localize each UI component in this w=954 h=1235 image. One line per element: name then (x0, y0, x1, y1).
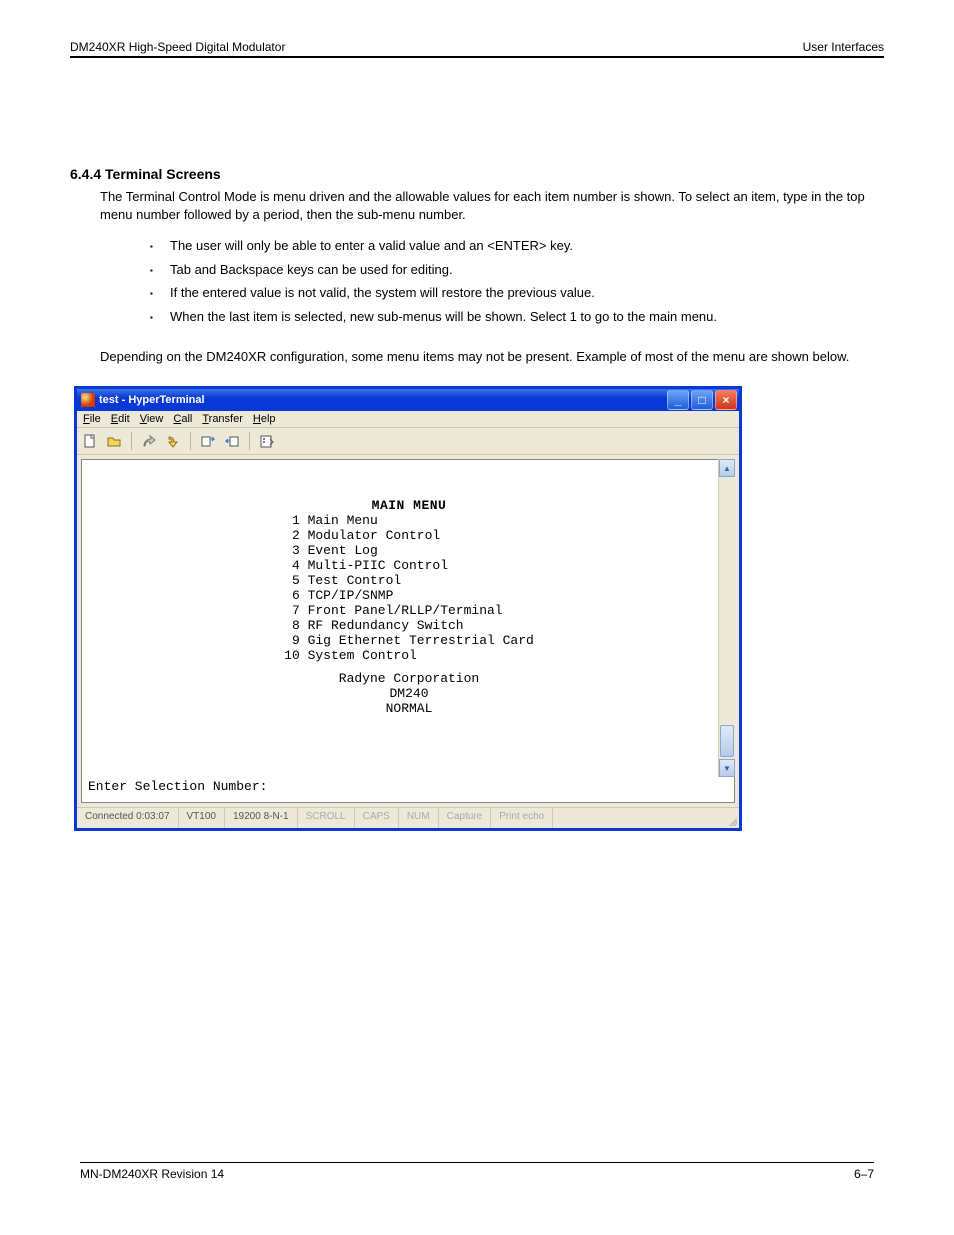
open-icon[interactable] (105, 432, 123, 450)
terminal-prompt: Enter Selection Number: (88, 779, 267, 794)
new-icon[interactable] (81, 432, 99, 450)
terminal-footer-line: DM240 (88, 686, 730, 701)
menu-line: 6 TCP/IP/SNMP (284, 588, 534, 603)
bullet-item: The user will only be able to enter a va… (150, 234, 884, 257)
footer-right: 6–7 (854, 1167, 874, 1181)
scroll-up-icon[interactable]: ▲ (719, 459, 735, 477)
menubar: File Edit View Call Transfer Help (77, 411, 739, 428)
header-left: DM240XR High-Speed Digital Modulator (70, 40, 285, 54)
menu-line: 1 Main Menu (284, 513, 534, 528)
status-config: 19200 8-N-1 (225, 808, 298, 828)
terminal-output[interactable]: MAIN MENU 1 Main Menu 2 Modulator Contro… (81, 459, 735, 803)
terminal-footer-line: NORMAL (88, 701, 730, 716)
toolbar-separator (190, 432, 191, 450)
toolbar (77, 428, 739, 455)
status-caps: CAPS (355, 808, 399, 828)
connect-icon[interactable] (140, 432, 158, 450)
properties-icon[interactable] (258, 432, 276, 450)
send-icon[interactable] (199, 432, 217, 450)
menu-line: 10 System Control (284, 648, 534, 663)
menu-transfer[interactable]: Transfer (202, 413, 243, 425)
minimize-button[interactable]: _ (667, 390, 689, 410)
footer-left: MN-DM240XR Revision 14 (80, 1167, 224, 1181)
menu-line: 8 RF Redundancy Switch (284, 618, 534, 633)
status-scroll: SCROLL (298, 808, 355, 828)
menu-call[interactable]: Call (173, 413, 192, 425)
paragraph-2: Depending on the DM240XR configuration, … (70, 342, 884, 372)
toolbar-separator (131, 432, 132, 450)
section-heading: 6.4.4 Terminal Screens (70, 146, 884, 182)
status-connection: Connected 0:03:07 (77, 808, 179, 828)
status-emulation: VT100 (179, 808, 225, 828)
menu-line: 3 Event Log (284, 543, 534, 558)
toolbar-separator (249, 432, 250, 450)
menu-line: 7 Front Panel/RLLP/Terminal (284, 603, 534, 618)
receive-icon[interactable] (223, 432, 241, 450)
menu-line: 2 Modulator Control (284, 528, 534, 543)
maximize-button[interactable]: □ (691, 390, 713, 410)
menu-file[interactable]: File (83, 413, 101, 425)
menu-view[interactable]: View (140, 413, 164, 425)
statusbar: Connected 0:03:07 VT100 19200 8-N-1 SCRO… (77, 807, 739, 828)
terminal-footer-line: Radyne Corporation (88, 671, 730, 686)
header-right: User Interfaces (803, 40, 884, 54)
bullet-item: When the last item is selected, new sub-… (150, 305, 884, 328)
header-rule (70, 56, 884, 58)
bullet-item: If the entered value is not valid, the s… (150, 281, 884, 304)
vertical-scrollbar[interactable]: ▲ ▼ (718, 459, 735, 777)
intro-paragraph: The Terminal Control Mode is menu driven… (70, 182, 884, 230)
scroll-down-icon[interactable]: ▼ (719, 759, 735, 777)
menu-help[interactable]: Help (253, 413, 276, 425)
app-icon (81, 393, 95, 407)
terminal-menu-list: 1 Main Menu 2 Modulator Control 3 Event … (284, 513, 534, 663)
bullet-item: Tab and Backspace keys can be used for e… (150, 258, 884, 281)
status-printecho: Print echo (491, 808, 553, 828)
window-titlebar[interactable]: test - HyperTerminal _ □ × (77, 389, 739, 411)
menu-line: 9 Gig Ethernet Terrestrial Card (284, 633, 534, 648)
menu-line: 5 Test Control (284, 573, 534, 588)
scroll-thumb[interactable] (720, 725, 734, 757)
terminal-menu-title: MAIN MENU (88, 498, 730, 513)
hyperterminal-window: test - HyperTerminal _ □ × File Edit Vie… (74, 386, 742, 831)
status-capture: Capture (439, 808, 492, 828)
status-num: NUM (399, 808, 439, 828)
resize-grip-icon[interactable] (723, 808, 739, 828)
disconnect-icon[interactable] (164, 432, 182, 450)
close-button[interactable]: × (715, 390, 737, 410)
window-title: test - HyperTerminal (99, 394, 205, 406)
bullet-list: The user will only be able to enter a va… (70, 234, 884, 328)
menu-line: 4 Multi-PIIC Control (284, 558, 534, 573)
menu-edit[interactable]: Edit (111, 413, 130, 425)
